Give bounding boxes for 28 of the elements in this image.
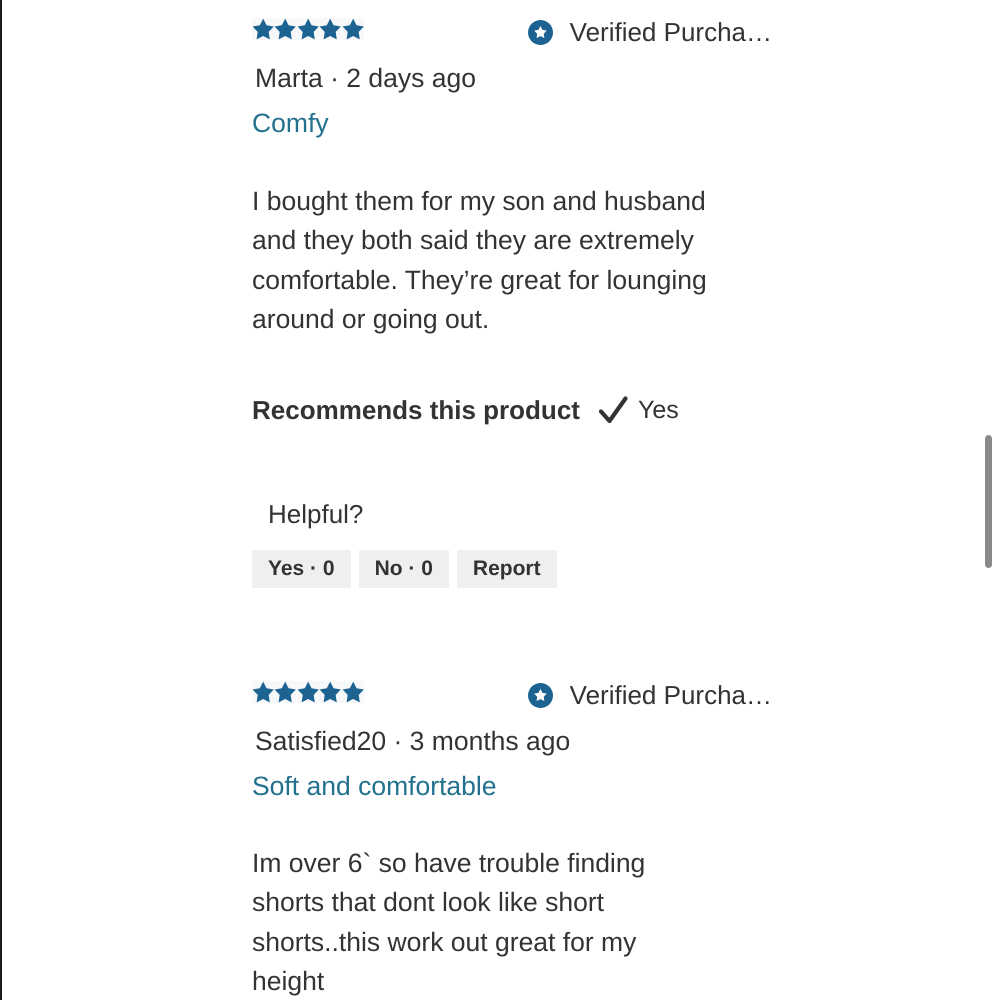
vote-button[interactable]: Yes · 0 <box>252 550 351 588</box>
vote-button[interactable]: Report <box>456 550 557 588</box>
helpful-label: Helpful? <box>268 498 364 532</box>
reviewer-byline: Satisfied20 · 3 months ago <box>254 725 572 758</box>
verified-badge-icon <box>528 20 553 44</box>
star-icon <box>296 681 320 704</box>
star-icon <box>296 18 320 40</box>
recommends-value: Yes <box>638 395 679 426</box>
star-icon <box>319 681 342 704</box>
star-icon <box>274 681 297 704</box>
reviewer-byline: Marta · 2 days ago <box>254 62 477 95</box>
star-icon <box>274 18 297 40</box>
verified-purchase-label: Verified Purcha… <box>570 680 772 710</box>
verified-badge-icon <box>528 682 553 708</box>
scrollbar-thumb[interactable] <box>985 435 992 568</box>
review-title: Soft and comfortable <box>252 770 498 804</box>
vote-button[interactable]: No · 0 <box>358 550 449 588</box>
star-icon <box>342 18 364 40</box>
star-icon <box>252 681 274 704</box>
check-icon <box>598 396 628 424</box>
review-text: Im over 6` so have trouble finding shorts that dont look like short shorts..this work out great for my height <box>252 847 646 998</box>
review-text: I bought them for my son and husband and they both said they are extremely comfortable. They’re great for lounging around or going out. <box>252 185 707 336</box>
star-icon <box>252 18 274 40</box>
recommends-label: Recommends this product <box>252 394 580 428</box>
star-icon <box>342 681 364 704</box>
verified-purchase-label: Verified Purcha… <box>570 17 772 47</box>
star-icon <box>319 18 342 40</box>
review-title: Comfy <box>252 107 330 140</box>
